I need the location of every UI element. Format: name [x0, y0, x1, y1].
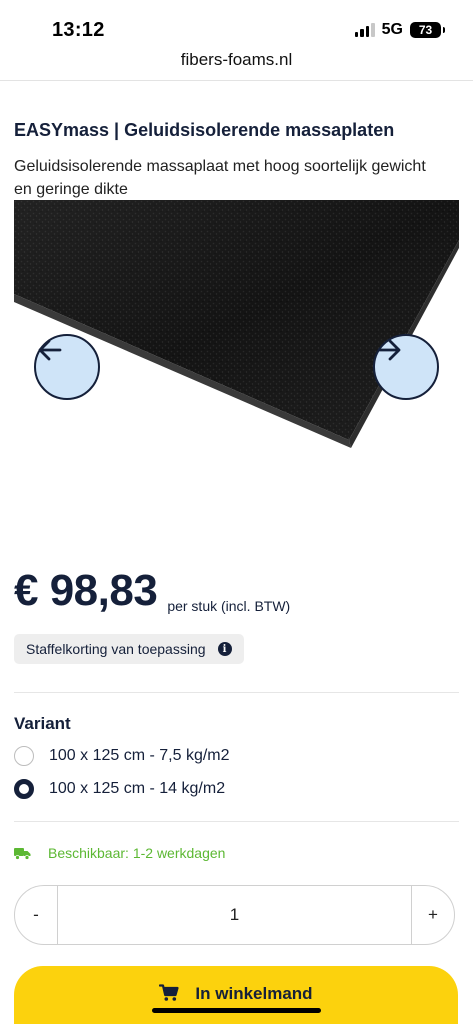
discount-label: Staffelkorting van toepassing: [26, 641, 206, 657]
availability-text: Beschikbaar: 1-2 werkdagen: [48, 845, 226, 861]
gallery-next-button[interactable]: [373, 334, 439, 400]
availability: Beschikbaar: 1-2 werkdagen: [14, 845, 225, 861]
info-icon[interactable]: i: [217, 642, 232, 656]
status-bar: 13:12 5G 73: [0, 0, 473, 50]
product-title: EASYmass | Geluidsisolerende massaplaten: [14, 120, 395, 140]
add-to-cart-button[interactable]: In winkelmand: [14, 966, 458, 1024]
status-time: 13:12: [52, 19, 105, 41]
radio-button-selected[interactable]: [14, 779, 34, 799]
variant-option-7-5[interactable]: 100 x 125 cm - 7,5 kg/m2: [14, 746, 230, 766]
product-description: Geluidsisolerende massaplaat met hoog so…: [14, 158, 426, 198]
variant-heading: Variant: [14, 714, 71, 733]
divider: [14, 692, 459, 693]
header-divider: [0, 80, 473, 81]
product-gallery[interactable]: [14, 200, 459, 550]
price-unit: per stuk (incl. BTW): [167, 598, 291, 614]
network-type: 5G: [381, 21, 403, 38]
status-indicators: 5G 73: [354, 21, 445, 39]
variant-label: 100 x 125 cm - 14 kg/m2: [49, 780, 226, 797]
arrow-left-icon: [38, 339, 62, 361]
truck-icon: [14, 847, 31, 860]
variant-option-14[interactable]: 100 x 125 cm - 14 kg/m2: [14, 779, 225, 799]
home-indicator: [152, 1008, 321, 1013]
price: € 98,83: [14, 566, 158, 615]
gallery-prev-button[interactable]: [34, 334, 100, 400]
battery-icon: 73: [410, 22, 445, 38]
arrow-right-icon: [377, 339, 401, 361]
discount-badge[interactable]: Staffelkorting van toepassing i: [14, 634, 244, 664]
signal-icon: [354, 23, 375, 37]
price-block: € 98,83 per stuk (incl. BTW): [14, 565, 290, 617]
decrement-button[interactable]: -: [15, 886, 57, 944]
quantity-input[interactable]: [57, 886, 412, 944]
increment-button[interactable]: +: [412, 886, 454, 944]
quantity-stepper[interactable]: - +: [14, 885, 455, 945]
cart-icon: [159, 984, 180, 1001]
address-bar[interactable]: fibers-foams.nl: [0, 50, 473, 80]
divider: [14, 821, 459, 822]
add-to-cart-label: In winkelmand: [195, 984, 313, 1003]
variant-label: 100 x 125 cm - 7,5 kg/m2: [49, 747, 230, 764]
radio-button[interactable]: [14, 746, 34, 766]
